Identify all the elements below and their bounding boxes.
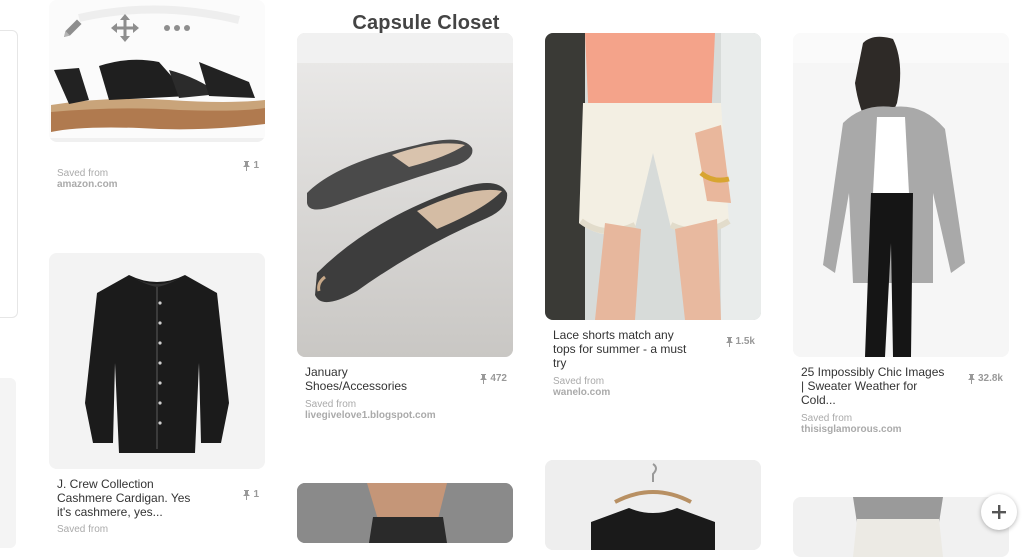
jeans-outfit-illustration xyxy=(793,497,1009,557)
pushpin-icon xyxy=(243,489,251,500)
more-icon xyxy=(164,25,190,31)
saved-from-label: Saved from xyxy=(57,168,109,179)
pin-image[interactable] xyxy=(793,497,1009,557)
pin-description xyxy=(57,150,207,164)
pin-meta: 1.5k Lace shorts match any tops for summ… xyxy=(545,328,761,398)
partial-card[interactable] xyxy=(0,30,18,318)
pin-card[interactable]: 32.8k 25 Impossibly Chic Images | Sweate… xyxy=(793,33,1009,435)
move-button[interactable] xyxy=(110,13,140,43)
pin-description: 25 Impossibly Chic Images | Sweater Weat… xyxy=(801,365,945,407)
pushpin-icon xyxy=(243,160,251,171)
saved-from-label: Saved from xyxy=(57,524,109,535)
pin-meta: 1 Saved from amazon.com xyxy=(49,150,265,190)
pin-description: J. Crew Collection Cashmere Cardigan. Ye… xyxy=(57,477,191,519)
saved-from-label: Saved from xyxy=(305,399,357,410)
save-count-value: 32.8k xyxy=(977,373,1003,384)
save-count: 1 xyxy=(243,489,259,500)
pin-image[interactable] xyxy=(545,33,761,320)
pushpin-icon xyxy=(725,336,733,347)
more-button[interactable] xyxy=(162,13,192,43)
pin-image[interactable] xyxy=(297,483,513,543)
pushpin-icon xyxy=(967,373,975,384)
pin-meta: 32.8k 25 Impossibly Chic Images | Sweate… xyxy=(793,365,1009,435)
pin-card[interactable]: 472 January Shoes/Accessories Saved from… xyxy=(297,33,513,421)
saved-from-label: Saved from xyxy=(801,413,853,424)
move-icon xyxy=(111,14,139,42)
save-count-value: 1 xyxy=(253,160,259,171)
loafers-illustration xyxy=(297,33,513,357)
sweater-outfit-illustration xyxy=(793,33,1009,357)
save-count: 1.5k xyxy=(725,336,755,347)
save-count: 1 xyxy=(243,160,259,171)
pin-image[interactable] xyxy=(49,253,265,469)
saved-from-label: Saved from xyxy=(553,376,605,387)
partial-card[interactable] xyxy=(0,378,16,548)
board-toolbar xyxy=(58,12,192,44)
save-count: 472 xyxy=(480,373,507,384)
lace-shorts-illustration xyxy=(545,33,761,320)
pin-card[interactable] xyxy=(793,497,1009,557)
pin-image[interactable] xyxy=(793,33,1009,357)
pin-source-link[interactable]: wanelo.com xyxy=(553,387,753,398)
pin-card[interactable]: 1.5k Lace shorts match any tops for summ… xyxy=(545,33,761,398)
save-count-value: 472 xyxy=(490,373,507,384)
pushpin-icon xyxy=(480,373,488,384)
pin-image[interactable] xyxy=(297,33,513,357)
edit-button[interactable] xyxy=(58,13,88,43)
pin-description: January Shoes/Accessories xyxy=(305,365,408,393)
save-count-value: 1.5k xyxy=(735,336,755,347)
pin-card[interactable] xyxy=(297,483,513,543)
workout-outfit-illustration xyxy=(297,483,513,543)
pin-description: Lace shorts match any tops for summer - … xyxy=(553,328,687,370)
pin-meta: 472 January Shoes/Accessories Saved from… xyxy=(297,365,513,421)
board-title: Capsule Closet xyxy=(352,12,500,34)
pin-meta: 1 J. Crew Collection Cashmere Cardigan. … xyxy=(49,477,265,535)
save-count-value: 1 xyxy=(253,489,259,500)
add-pin-button[interactable] xyxy=(981,494,1017,530)
pin-source-link[interactable]: thisisglamorous.com xyxy=(801,424,1001,435)
pin-source-link[interactable]: amazon.com xyxy=(57,179,257,190)
plus-icon xyxy=(992,505,1006,519)
pencil-icon xyxy=(64,19,82,37)
pin-card[interactable]: 1 J. Crew Collection Cashmere Cardigan. … xyxy=(49,253,265,535)
cardigan-illustration xyxy=(49,253,265,469)
pin-source-link[interactable]: livegivelove1.blogspot.com xyxy=(305,410,505,421)
save-count: 32.8k xyxy=(967,373,1003,384)
